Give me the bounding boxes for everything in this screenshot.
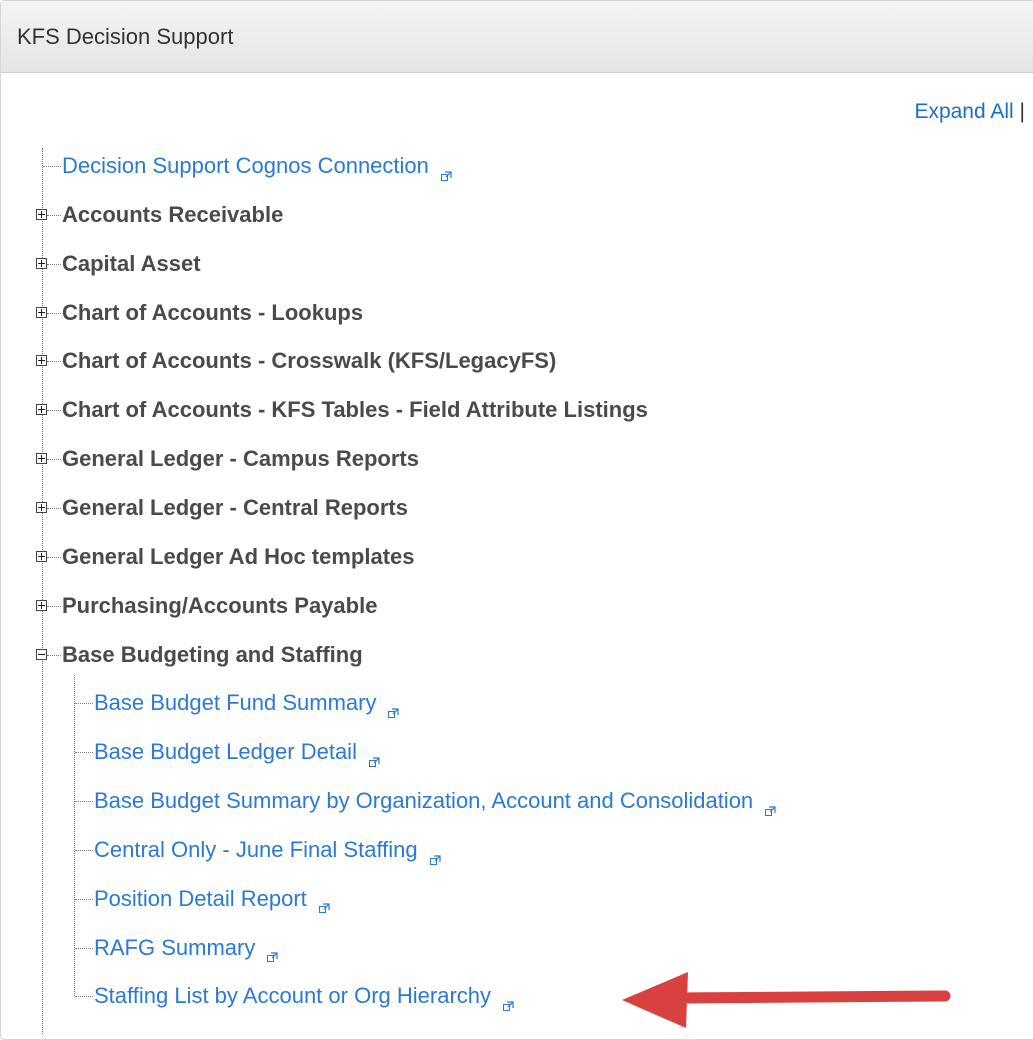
tree-connector: [47, 410, 61, 412]
link-label: Decision Support Cognos Connection: [62, 153, 429, 178]
tree-connector: [47, 605, 61, 607]
tree-folder-1[interactable]: Capital Asset: [62, 251, 201, 277]
tree-folder-8[interactable]: Purchasing/Accounts Payable: [62, 593, 377, 619]
tree-folder-0[interactable]: Accounts Receivable: [62, 202, 283, 228]
plus-box-icon[interactable]: [36, 501, 47, 513]
external-link-icon: [440, 162, 452, 181]
tree-guide: [42, 148, 43, 1034]
tree-folder-6[interactable]: General Ledger - Central Reports: [62, 495, 408, 521]
toggle-vertical: [41, 210, 42, 218]
panel-title: KFS Decision Support: [1, 1, 1033, 73]
tree-connector: [75, 849, 93, 851]
tree-connector: [75, 801, 93, 803]
tree-folder-base-budgeting[interactable]: Base Budgeting and Staffing: [62, 642, 363, 668]
toggle-vertical: [41, 259, 42, 267]
toggle-vertical: [41, 552, 42, 560]
plus-box-icon[interactable]: [36, 404, 47, 416]
link-label: Base Budget Ledger Detail: [94, 739, 357, 765]
toggle-vertical: [41, 455, 42, 463]
tree-item-child-2[interactable]: Base Budget Summary by Organization, Acc…: [94, 788, 776, 816]
external-link-icon: [388, 699, 400, 719]
external-link-icon: [429, 846, 441, 865]
toggle-vertical: [41, 406, 42, 414]
toggle-vertical: [41, 601, 42, 609]
tree-connector: [47, 654, 61, 656]
tree-connector: [75, 898, 93, 900]
tree-item-cognos-connection[interactable]: Decision Support Cognos Connection: [62, 153, 452, 181]
external-link-icon: [368, 748, 380, 767]
plus-box-icon[interactable]: [36, 550, 47, 562]
tree-connector: [75, 752, 93, 754]
plus-box-icon[interactable]: [36, 306, 47, 318]
tree-folder-7[interactable]: General Ledger Ad Hoc templates: [62, 544, 415, 570]
plus-box-icon[interactable]: [36, 355, 47, 367]
link-label: Staffing List by Account or Org Hierarch…: [94, 983, 491, 1009]
tree-folder-4[interactable]: Chart of Accounts - KFS Tables - Field A…: [62, 397, 648, 423]
link-label: Position Detail Report: [94, 885, 307, 911]
link-label: Central Only - June Final Staffing: [94, 836, 418, 862]
tree-connector: [47, 459, 61, 461]
toggle-horizontal: [38, 653, 45, 655]
tree-connector: [75, 996, 93, 998]
link-label: Base Budget Summary by Organization, Acc…: [94, 788, 754, 814]
tree-connector: [47, 263, 61, 265]
tree-folder-3[interactable]: Chart of Accounts - Crosswalk (KFS/Legac…: [62, 348, 556, 374]
plus-box-icon[interactable]: [36, 257, 47, 269]
external-link-icon: [765, 797, 776, 816]
tree-folder-2[interactable]: Chart of Accounts - Lookups: [62, 300, 363, 326]
tree-connector: [47, 361, 61, 363]
toggle-vertical: [41, 308, 42, 316]
tree-item-child-5[interactable]: RAFG Summary: [94, 934, 278, 963]
tree-item-child-1[interactable]: Base Budget Ledger Detail: [94, 739, 380, 767]
tree-item-child-4[interactable]: Position Detail Report: [94, 885, 330, 914]
plus-box-icon[interactable]: [36, 208, 47, 220]
tree-connector: [43, 166, 61, 167]
tree-connector: [47, 312, 61, 314]
plus-box-icon[interactable]: [36, 453, 47, 465]
tree-connector: [47, 507, 61, 509]
expand-all-area: Expand All |: [914, 100, 1025, 124]
external-link-icon: [318, 894, 330, 914]
link-label: Base Budget Fund Summary: [94, 690, 377, 716]
tree-item-child-0[interactable]: Base Budget Fund Summary: [94, 690, 400, 719]
tree-connector: [47, 556, 61, 558]
tree-connector: [75, 703, 93, 705]
expand-separator: |: [1019, 100, 1025, 123]
tree-item-child-6[interactable]: Staffing List by Account or Org Hierarch…: [94, 983, 514, 1012]
plus-box-icon[interactable]: [36, 599, 47, 611]
link-label: RAFG Summary: [94, 934, 256, 960]
tree-folder-5[interactable]: General Ledger - Campus Reports: [62, 446, 419, 472]
external-link-icon: [503, 992, 514, 1012]
tree-connector: [75, 947, 93, 949]
tree-item-child-3[interactable]: Central Only - June Final Staffing: [94, 836, 441, 865]
toggle-vertical: [41, 503, 42, 511]
toggle-vertical: [41, 357, 42, 365]
external-link-icon: [267, 943, 278, 963]
tree-connector: [47, 214, 61, 216]
minus-box-icon[interactable]: [36, 648, 47, 660]
expand-all-link[interactable]: Expand All: [914, 100, 1013, 123]
